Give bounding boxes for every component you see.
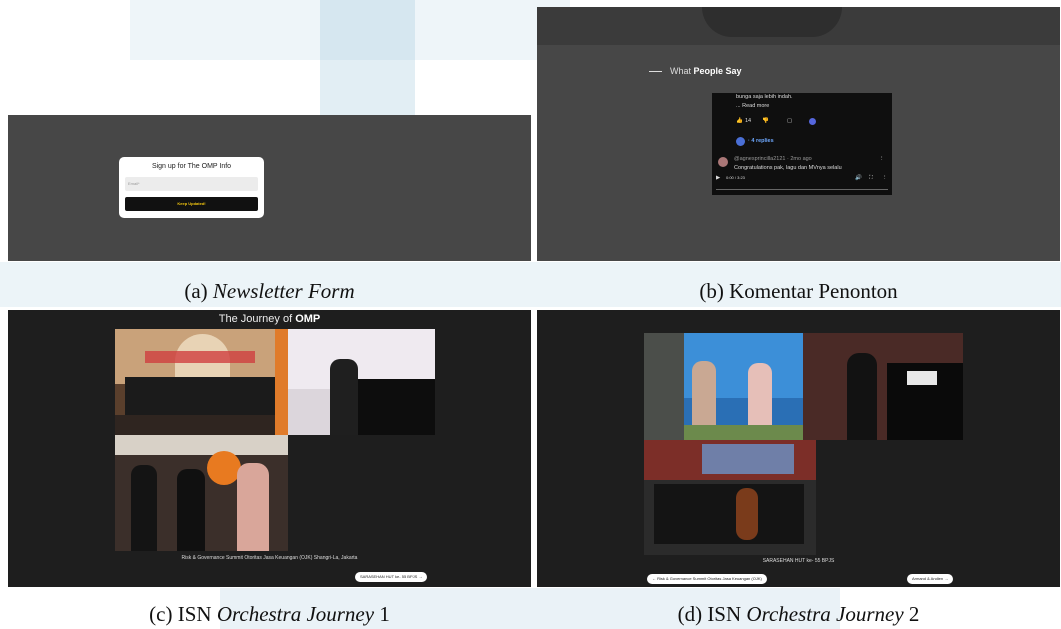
heading-prefix: What [670,66,692,76]
comment-author: @agnesprincilla2121 · 2mo ago [734,156,812,162]
section-heading: What People Say [649,66,742,76]
header-strip [537,7,1060,45]
caption-d-label: (d) ISN [677,602,742,626]
commenter-avatar [718,157,728,167]
caption-d-title: Orchestra Journey [746,602,904,626]
like-icon[interactable]: 👍 [736,118,743,124]
play-icon[interactable]: ▶ [716,175,720,181]
volume-icon[interactable]: 🔊 [855,175,862,181]
singer-1 [131,465,157,551]
journey-title-prefix: The Journey of [218,313,293,325]
caption-c: (c) ISN Orchestra Journey 1 [8,602,531,627]
comment-snippet: bunga saja lebih indah. [736,94,793,100]
duet-singers-photo [644,333,803,440]
email-input[interactable]: Email* [125,177,258,191]
ornate-wall [644,333,684,440]
orchestra-stage-photo [115,329,288,435]
stage-pillar [275,329,288,435]
newsletter-title: Sign up for The OMP Info [151,163,232,170]
comments-panel: What People Say bunga saja lebih indah. … [537,7,1060,261]
settings-icon[interactable]: ⋮ [882,175,888,181]
next-button[interactable]: SARASEHAN HUT ke- 55 BPJS → [355,572,428,582]
string-players [654,484,804,544]
caption-d: (d) ISN Orchestra Journey 2 [537,602,1060,627]
projection-screen [702,444,794,474]
pianist-photo [288,329,435,435]
fullscreen-icon[interactable]: ⛶ [869,175,873,182]
caption-b-title: Komentar Penonton [729,279,898,303]
flowers [684,425,803,440]
progress-bar[interactable] [716,189,888,190]
caption-d-num: 2 [908,602,920,626]
caption-c-title: Orchestra Journey [216,602,375,626]
strings-section-photo [644,440,816,555]
pianist-photo-2 [803,333,963,440]
dislike-icon[interactable]: 👎 [762,118,769,124]
journey-panel-2: SARASEHAN HUT ke- 55 BPJS ← Risk & Gover… [537,310,1060,587]
caption-a: (a) Newsletter Form [8,279,531,304]
pianist-figure [330,359,358,435]
creator-heart-icon [809,118,816,125]
header-image [702,7,842,37]
keep-updated-button[interactable]: Keep Updated! [125,197,258,211]
like-count: 14 [745,118,752,124]
isn-logo [207,451,241,485]
isn-backdrop [115,435,288,455]
read-more-link[interactable]: ... Read more [736,103,769,109]
comment-text: Congratulations pak, lagu dan MVnya sela… [734,165,842,171]
caption-c-label: (c) ISN [149,602,212,626]
pianist-figure [847,353,877,440]
replies-avatar [736,137,745,146]
caption-a-label: (a) [184,279,208,303]
video-player[interactable]: bunga saja lebih indah. ... Read more 👍 … [712,93,892,195]
singer-3 [237,463,269,551]
more-options-icon[interactable]: ⋮ [879,156,885,162]
heading-bold: People Say [693,66,742,76]
next-button[interactable]: Armand & Andien → [907,574,954,584]
caption-a-title: Newsletter Form [212,279,355,303]
cello [736,488,758,540]
journey-panel-1: The Journey of OMP Risk & Governance Sum… [8,310,531,587]
stage-curtain [145,351,255,363]
caption-c-num: 1 [379,602,390,626]
caption-b: (b) Komentar Penonton [537,279,1060,304]
journey-title: The Journey of OMP [8,313,531,325]
piano [358,379,435,435]
heading-dash [649,71,662,73]
singer-2 [177,469,205,551]
singers-photo [115,435,288,551]
video-time: 0:00 / 3:23 [726,175,745,180]
newsletter-card: Sign up for The OMP Info Email* Keep Upd… [119,157,264,218]
photo-caption: Risk & Governance Summit Otoritas Jasa K… [181,555,358,561]
stage-floor [115,415,288,435]
journey-title-bold: OMP [295,313,321,325]
musicians [125,377,275,415]
caption-b-label: (b) [699,279,724,303]
prev-button[interactable]: ← Risk & Governance Summit Otoritas Jasa… [647,574,767,584]
replies-link[interactable]: · 4 replies [748,138,774,144]
watermark-bar [130,0,570,60]
newsletter-panel: Sign up for The OMP Info Email* Keep Upd… [8,115,531,261]
photo-caption: SARASEHAN HUT ke- 55 BPJS [762,558,835,564]
music-sheet [907,371,937,385]
reply-icon[interactable]: ▢ [787,118,792,124]
